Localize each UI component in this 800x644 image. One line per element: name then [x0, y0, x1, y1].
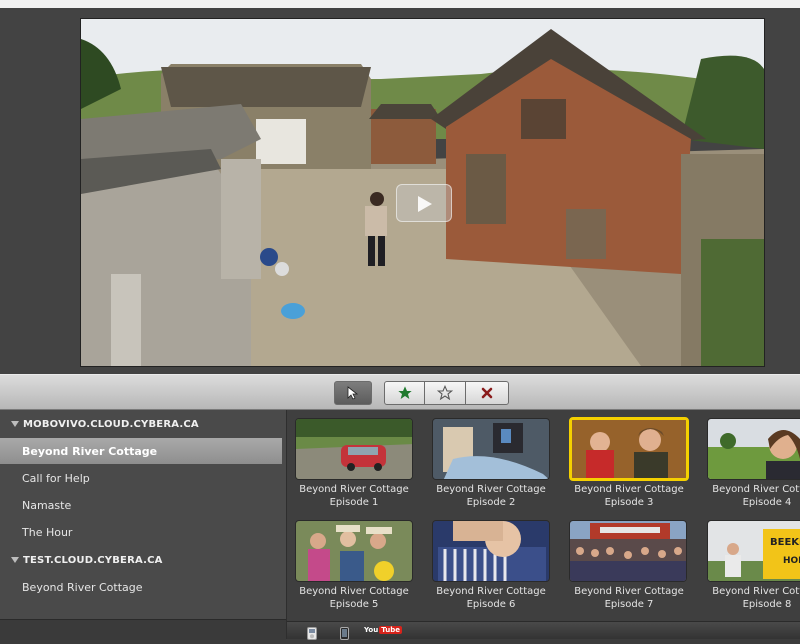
episode-thumbnail[interactable]: BEEKE HON: [707, 520, 800, 582]
thumbnail-image: [570, 521, 686, 581]
device-export-bar: You Tube: [287, 621, 800, 640]
episode-thumbnail[interactable]: [569, 520, 687, 582]
iphone-icon[interactable]: [340, 625, 349, 644]
thumbnail-image: [433, 521, 549, 581]
sidebar-item-beyond-river-cottage[interactable]: Beyond River Cottage: [0, 438, 282, 464]
episode-title: Beyond River Cottage: [436, 484, 546, 495]
window-top-edge: [0, 0, 800, 8]
sidebar-group-header[interactable]: TEST.CLOUD.CYBERA.CA: [0, 547, 286, 573]
episode-caption: Beyond River Cottage Episode 2: [416, 483, 566, 509]
episode-number: Episode 1: [329, 497, 379, 508]
episode-title: Beyond River Cottage: [574, 484, 684, 495]
thumbnail-image: [708, 419, 800, 479]
disclosure-triangle-icon[interactable]: [11, 557, 19, 563]
episode-thumbnail-selected[interactable]: [569, 417, 689, 481]
episode-number: Episode 6: [466, 599, 516, 610]
episode-caption: Beyond River Cottage Episode 8: [692, 585, 800, 611]
episode-thumbnail[interactable]: [432, 520, 550, 582]
sidebar-item-beyond-river-cottage-test[interactable]: Beyond River Cottage: [0, 574, 282, 600]
episode-caption: Beyond River Cottage Episode 5: [287, 585, 429, 611]
episode-thumbnail[interactable]: [432, 418, 550, 480]
thumbnail-image: [296, 521, 412, 581]
episode-number: Episode 4: [742, 497, 792, 508]
thumbnail-image: [433, 419, 549, 479]
youtube-icon[interactable]: You Tube: [364, 626, 402, 634]
episode-caption: Beyond River Cottage Episode 3: [554, 483, 704, 509]
thumbnail-image: [572, 420, 686, 478]
rating-toolbar: [0, 374, 800, 410]
filled-star-icon: [397, 386, 412, 399]
episode-caption: Beyond River Cottage Episode 4: [692, 483, 800, 509]
episode-title: Beyond River Cottage: [712, 484, 800, 495]
sidebar-footer: [0, 619, 286, 640]
favorite-button[interactable]: [384, 381, 425, 405]
episode-number: Episode 7: [604, 599, 654, 610]
episode-thumbnail[interactable]: [295, 418, 413, 480]
video-viewer: [0, 8, 800, 374]
thumbnail-image: BEEKE HON: [708, 521, 800, 581]
episode-thumbnail[interactable]: [707, 418, 800, 480]
episode-caption: Beyond River Cottage Episode 7: [554, 585, 704, 611]
banner-sign-text: BEEKE: [770, 537, 800, 548]
source-sidebar: MOBOVIVO.CLOUD.CYBERA.CA Beyond River Co…: [0, 410, 287, 640]
episode-number: Episode 5: [329, 599, 379, 610]
disclosure-triangle-icon[interactable]: [11, 421, 19, 427]
episode-title: Beyond River Cottage: [299, 586, 409, 597]
x-mark-icon: [481, 387, 493, 399]
sidebar-group-label: MOBOVIVO.CLOUD.CYBERA.CA: [23, 418, 199, 430]
sidebar-item-the-hour[interactable]: The Hour: [0, 519, 282, 545]
episode-caption: Beyond River Cottage Episode 6: [416, 585, 566, 611]
sidebar-item-call-for-help[interactable]: Call for Help: [0, 465, 282, 491]
unfavorite-button[interactable]: [424, 381, 466, 405]
youtube-label: You Tube: [364, 626, 402, 634]
episode-title: Beyond River Cottage: [712, 586, 800, 597]
episode-number: Episode 3: [604, 497, 654, 508]
banner-sign-text: HON: [783, 556, 800, 566]
ipod-icon[interactable]: [307, 625, 317, 644]
thumbnail-image: [296, 419, 412, 479]
sidebar-item-namaste[interactable]: Namaste: [0, 492, 282, 518]
video-frame[interactable]: [80, 18, 765, 367]
outline-star-icon: [437, 385, 453, 401]
episode-title: Beyond River Cottage: [299, 484, 409, 495]
episode-grid: Beyond River Cottage Episode 1 Beyond Ri…: [287, 410, 800, 621]
play-button[interactable]: [396, 184, 452, 222]
episode-title: Beyond River Cottage: [574, 586, 684, 597]
cursor-arrow-icon: [347, 386, 359, 400]
episode-caption: Beyond River Cottage Episode 1: [287, 483, 429, 509]
episode-number: Episode 2: [466, 497, 516, 508]
select-tool-button[interactable]: [334, 381, 372, 405]
episode-number: Episode 8: [742, 599, 792, 610]
sidebar-group-header[interactable]: MOBOVIVO.CLOUD.CYBERA.CA: [0, 411, 286, 437]
episode-title: Beyond River Cottage: [436, 586, 546, 597]
sidebar-group-label: TEST.CLOUD.CYBERA.CA: [23, 554, 163, 566]
reject-button[interactable]: [465, 381, 509, 405]
episode-thumbnail[interactable]: [295, 520, 413, 582]
